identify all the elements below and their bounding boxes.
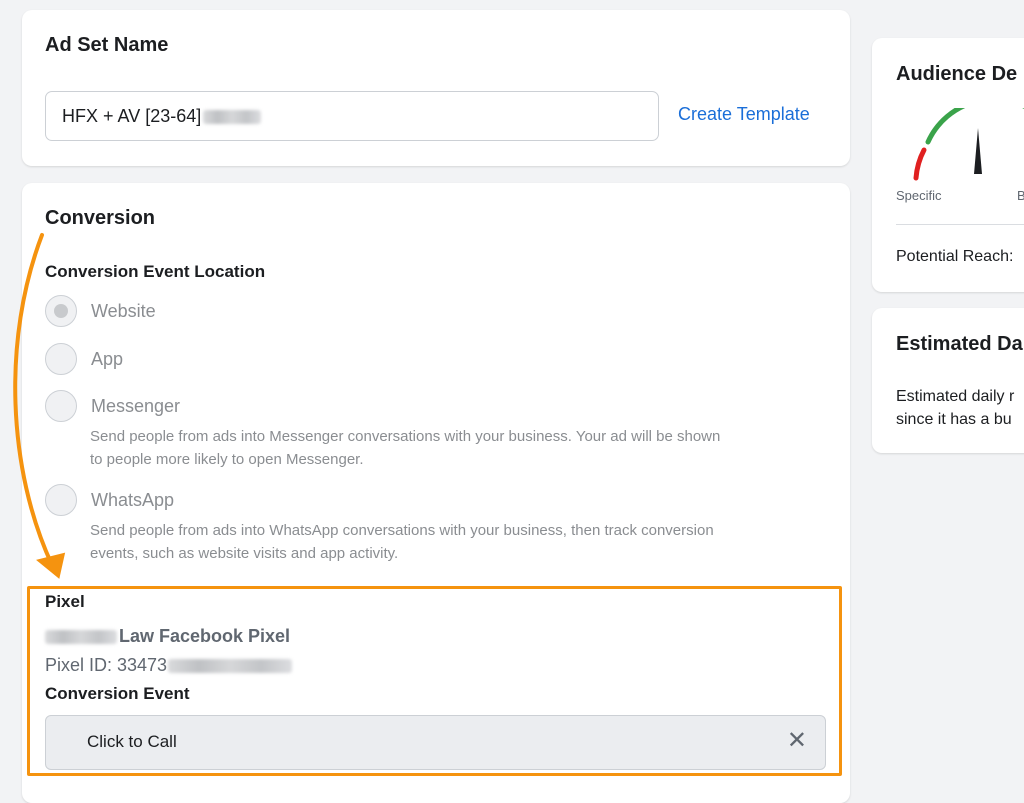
ad-set-name-input[interactable]: HFX + AV [23-64] bbox=[45, 91, 659, 141]
highlight-box bbox=[27, 586, 842, 776]
app-label: App bbox=[91, 348, 124, 369]
messenger-label: Messenger bbox=[91, 395, 181, 416]
gauge-specific-label: Specific bbox=[896, 188, 942, 203]
estimated-title: Estimated Da bbox=[896, 333, 1023, 355]
whatsapp-label: WhatsApp bbox=[91, 489, 175, 510]
whatsapp-description-line: events, such as website visits and app a… bbox=[90, 545, 399, 562]
audience-gauge bbox=[913, 108, 1024, 181]
website-radio[interactable] bbox=[45, 295, 77, 327]
whatsapp-description-line: Send people from ads into WhatsApp conve… bbox=[90, 522, 714, 539]
create-template-link[interactable]: Create Template bbox=[678, 104, 810, 125]
whatsapp-radio[interactable] bbox=[45, 484, 77, 516]
conversion-title: Conversion bbox=[45, 207, 156, 229]
gauge-broad-label: B bbox=[1017, 188, 1024, 203]
redacted-text bbox=[203, 110, 262, 125]
conversion-location-title: Conversion Event Location bbox=[45, 262, 266, 281]
ad-set-name-card: Ad Set Name HFX + AV [23-64] Create Temp… bbox=[22, 10, 850, 166]
messenger-description-line: Send people from ads into Messenger conv… bbox=[90, 428, 721, 445]
divider bbox=[896, 224, 1024, 225]
audience-definition-card: Audience De Specific B Potential Reach: bbox=[872, 38, 1024, 292]
radio-option-app[interactable]: App bbox=[45, 343, 123, 375]
gauge-needle bbox=[974, 128, 982, 174]
ad-set-name-value: HFX + AV [23-64] bbox=[62, 106, 202, 126]
potential-reach-label: Potential Reach: bbox=[896, 248, 1014, 265]
audience-title: Audience De bbox=[896, 63, 1018, 85]
messenger-radio[interactable] bbox=[45, 390, 77, 422]
radio-option-website[interactable]: Website bbox=[45, 295, 156, 327]
messenger-description: Send people from ads into Messenger conv… bbox=[90, 425, 830, 471]
messenger-description-line: to people more likely to open Messenger. bbox=[90, 451, 364, 468]
radio-option-messenger[interactable]: Messenger bbox=[45, 390, 180, 422]
radio-option-whatsapp[interactable]: WhatsApp bbox=[45, 484, 174, 516]
estimated-description-line: Estimated daily r bbox=[896, 388, 1015, 405]
estimated-results-card: Estimated Da Estimated daily r since it … bbox=[872, 308, 1024, 453]
estimated-description: Estimated daily r since it has a bu bbox=[896, 385, 1014, 431]
app-radio[interactable] bbox=[45, 343, 77, 375]
website-label: Website bbox=[91, 300, 156, 321]
ad-set-name-title: Ad Set Name bbox=[45, 34, 169, 56]
estimated-description-line: since it has a bu bbox=[896, 411, 1012, 428]
whatsapp-description: Send people from ads into WhatsApp conve… bbox=[90, 519, 830, 565]
